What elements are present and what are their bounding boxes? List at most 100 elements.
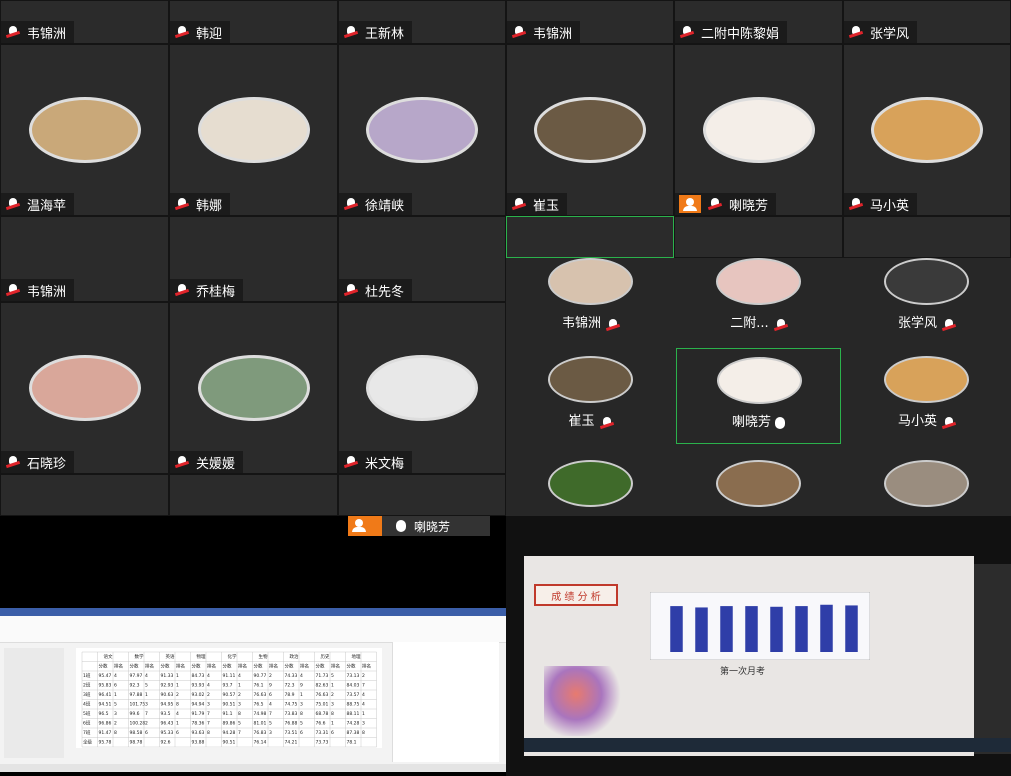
table-cell: 91.47 [99,730,112,736]
participant-tile[interactable]: 关媛媛 [169,302,338,474]
participant-name: 韦锦洲 [561,316,601,331]
table-cell: 78.1 [347,740,357,746]
chart-caption: 第一次月考 [720,667,766,677]
table-cell: 8 [362,730,365,736]
gallery-cell[interactable] [508,460,673,516]
participant-tile[interactable]: 崔玉 [506,44,674,216]
participant-name: 喇晓芳 [729,198,769,214]
table-cell: 2班 [83,682,91,689]
table-cell: 90.57 [223,692,236,698]
table-cell: 3 [300,702,303,708]
avatar [884,356,969,403]
table-cell: 88.75 [347,702,360,708]
participant-tile[interactable]: 米文梅 [338,302,506,474]
score-table: 语文 数学 英语 物理 化学 生物 政治 历史 地理分数 排名 分数 排名 分数 排名 分数 排名 分数 排名 分数… [81,651,377,748]
mic-muted-icon [343,283,359,297]
avatar [717,357,802,404]
bar [820,604,833,652]
table-cell: 78.9 [285,692,295,698]
participant-tile[interactable]: 张学风 [843,0,1011,44]
participant-name: 乔桂梅 [196,284,236,300]
table-cell: 8 [331,711,334,717]
column-header: 化学 [228,653,237,660]
gallery-cell-active[interactable]: 喇晓芳 [676,348,841,444]
participant-tile[interactable]: 韩娜 [169,44,338,216]
table-cell: 98.78 [130,740,143,746]
table-cell: 4 [114,673,117,679]
participant-name: 王新林 [365,26,405,42]
table-cell: 6 [300,730,303,736]
participant-tile[interactable]: 乔桂梅 [169,216,338,302]
projector-screen: 成 绩 分 析 第一次月考 [524,556,974,756]
active-speaker-tile[interactable] [506,216,674,258]
participant-name: 崔玉 [568,414,595,429]
table-cell: 3 [145,702,148,708]
table-cell: 75.01 [316,702,329,708]
sub-header: 分数 [285,663,294,670]
table-cell: 6班 [83,720,91,727]
mic-muted-icon [941,416,955,428]
participant-name: 韩娜 [196,198,223,214]
bar-chart [650,592,870,660]
participant-tile[interactable]: 温海苹 [0,44,169,216]
participant-tile[interactable]: 韩迎 [169,0,338,44]
empty-tile [338,474,506,516]
ribbon [0,616,506,643]
mic-muted-icon [343,197,359,211]
table-cell: 94.94 [192,702,205,708]
gallery-cell[interactable]: 崔玉 [508,356,673,449]
mic-muted-icon [511,25,527,39]
participant-tile[interactable]: 韦锦洲 [506,0,674,44]
table-cell: 101.75 [130,702,146,708]
table-cell: 93.93 [192,683,205,689]
participant-tile[interactable]: 王新林 [338,0,506,44]
table-cell: 94.51 [99,702,112,708]
sub-header: 分数 [347,663,356,670]
bar [745,606,758,652]
table-cell: 76.6 [316,721,326,727]
table-cell: 71.73 [316,673,329,679]
column-header: 英语 [166,653,175,660]
table-cell: 4 [269,702,272,708]
table-cell: 92.93 [161,683,174,689]
participant-tile[interactable]: 石晓珍 [0,302,169,474]
table-cell: 6 [145,730,148,736]
table-cell: 9 [269,683,272,689]
gallery-cell[interactable] [844,460,1009,516]
gallery-cell[interactable]: 韦锦洲 [508,258,673,351]
table-cell: 4 [207,683,210,689]
gallery-cell[interactable]: 马小英 [844,356,1009,449]
participant-tile[interactable]: 韦锦洲 [0,216,169,302]
table-cell: 1 [176,721,179,727]
mic-muted-icon [174,197,190,211]
sub-header: 分数 [254,663,263,670]
empty-tile [169,474,338,516]
table-cell: 6 [269,692,272,698]
participant-tile[interactable]: 二附中陈黎娟 [674,0,843,44]
table-cell: 1 [238,683,241,689]
table-cell: 1 [331,721,334,727]
table-cell: 100.28 [130,721,146,727]
app-tabbar [0,608,506,616]
participant-tile[interactable]: 杜先冬 [338,216,506,302]
participant-tile[interactable]: 韦锦洲 [0,0,169,44]
gallery-cell[interactable] [676,460,841,516]
host-badge-icon [348,516,382,536]
participant-tile[interactable]: 马小英 [843,44,1011,216]
table-cell: 96.5 [99,711,109,717]
gallery-cell[interactable]: 二附... [676,258,841,351]
avatar [884,460,969,507]
avatar [366,97,478,163]
spreadsheet-window: 语文 数学 英语 物理 化学 生物 政治 历史 地理 分数 排名 分数 排名 分数 排名 分数 排名 分数 排名 分数… [0,608,506,772]
table-cell: 5班 [83,710,91,717]
table-cell: 6 [114,683,117,689]
table-cell: 1 [145,692,148,698]
participant-tile[interactable]: 喇晓芳 [674,44,843,216]
speaker-indicator: 喇晓芳 [348,516,490,536]
table-cell: 4 [300,673,303,679]
table-cell: 4 [207,673,210,679]
gallery-cell[interactable]: 张学风 [844,258,1009,351]
participant-tile[interactable]: 徐靖峡 [338,44,506,216]
table-cell: 90.51 [223,702,236,708]
table-cell: 95.33 [161,730,174,736]
